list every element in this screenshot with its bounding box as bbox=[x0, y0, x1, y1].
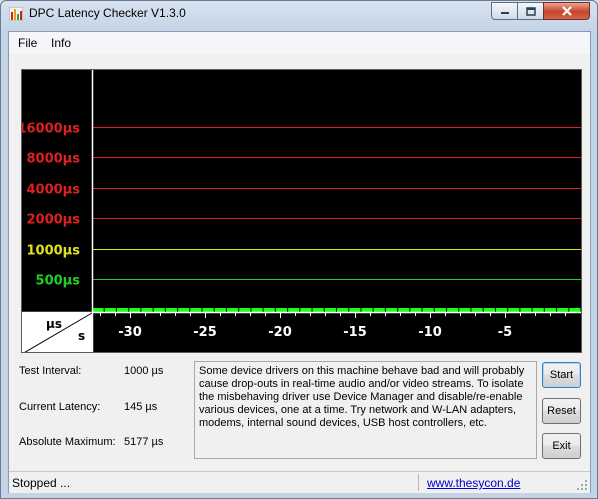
test-interval-value: 1000 µs bbox=[124, 365, 164, 377]
status-separator bbox=[418, 474, 419, 491]
latency-bar bbox=[532, 308, 544, 312]
latency-bar bbox=[312, 308, 324, 312]
latency-bar bbox=[92, 308, 104, 312]
maximize-button[interactable] bbox=[517, 2, 544, 20]
latency-bar bbox=[251, 308, 263, 312]
status-text: Stopped ... bbox=[12, 476, 71, 490]
latency-bar bbox=[349, 308, 361, 312]
x-tick-label: -15 bbox=[343, 325, 367, 340]
latency-bar bbox=[557, 308, 569, 312]
current-latency-value: 145 µs bbox=[124, 401, 158, 413]
level-label: 1000µs bbox=[27, 244, 81, 259]
latency-bar bbox=[275, 308, 288, 312]
x-tick-label: -25 bbox=[193, 325, 217, 340]
latency-bar bbox=[385, 308, 398, 312]
window-title: DPC Latency Checker V1.3.0 bbox=[29, 6, 186, 20]
title-bar[interactable]: DPC Latency Checker V1.3.0 bbox=[1, 1, 597, 27]
latency-bar bbox=[447, 308, 459, 312]
latency-bar bbox=[190, 308, 202, 312]
latency-bar bbox=[495, 308, 508, 312]
close-icon bbox=[544, 3, 589, 19]
latency-bar bbox=[178, 308, 190, 312]
latency-bar bbox=[214, 308, 226, 312]
latency-bar bbox=[288, 308, 300, 312]
latency-bar bbox=[324, 308, 336, 312]
latency-bar bbox=[337, 308, 349, 312]
latency-bar bbox=[471, 308, 483, 312]
latency-bar bbox=[520, 308, 532, 312]
bar-chart-app-icon bbox=[9, 7, 23, 21]
status-bar: Stopped ... www.thesycon.de bbox=[9, 471, 590, 493]
minimize-button[interactable] bbox=[491, 2, 518, 20]
latency-graph-canvas: 16000µs 8000µs 4000µs 2000µs 1000µs 500µs µs s -… bbox=[22, 70, 581, 352]
latency-bar bbox=[202, 308, 214, 312]
level-label: 16000µs bbox=[22, 122, 80, 137]
exit-button[interactable]: Exit bbox=[542, 433, 581, 459]
close-button[interactable] bbox=[543, 2, 590, 20]
latency-bar bbox=[569, 308, 581, 312]
maximize-icon bbox=[518, 3, 543, 19]
menu-file[interactable]: File bbox=[18, 36, 37, 50]
x-tick-label: -10 bbox=[418, 325, 442, 340]
latency-bar bbox=[129, 308, 141, 312]
latency-bar bbox=[373, 308, 385, 312]
latency-bar bbox=[434, 308, 447, 312]
x-tick-label: -30 bbox=[118, 325, 142, 340]
latency-bar bbox=[239, 308, 251, 312]
latency-bar bbox=[263, 308, 275, 312]
app-window: DPC Latency Checker V1.3.0 File Info 160… bbox=[0, 0, 598, 499]
latency-bar bbox=[459, 308, 471, 312]
level-label: 4000µs bbox=[27, 183, 81, 198]
level-label: 8000µs bbox=[27, 152, 81, 167]
minimize-icon bbox=[492, 3, 517, 19]
absolute-maximum-value: 5177 µs bbox=[124, 436, 164, 448]
latency-bar bbox=[300, 308, 312, 312]
absolute-maximum-label: Absolute Maximum: bbox=[19, 436, 116, 448]
resize-grip-icon[interactable] bbox=[577, 480, 587, 490]
latency-bar bbox=[116, 308, 129, 312]
x-tick-label: -5 bbox=[498, 325, 512, 340]
level-label: 500µs bbox=[36, 274, 81, 289]
current-latency-label: Current Latency: bbox=[19, 401, 101, 413]
latency-bar bbox=[544, 308, 557, 312]
info-text: Some device drivers on this machine beha… bbox=[194, 361, 537, 459]
level-label: 2000µs bbox=[27, 213, 81, 228]
latency-bar bbox=[422, 308, 434, 312]
latency-bar bbox=[483, 308, 495, 312]
menu-info[interactable]: Info bbox=[51, 36, 71, 50]
reset-button[interactable]: Reset bbox=[542, 398, 581, 424]
latency-bar bbox=[410, 308, 422, 312]
latency-bar bbox=[104, 308, 116, 312]
start-button[interactable]: Start bbox=[542, 362, 581, 388]
client-area: File Info 16000µs 8000µs 4000µs 2000µs 1000µ… bbox=[8, 31, 591, 493]
latency-graph: 16000µs 8000µs 4000µs 2000µs 1000µs 500µs µs s -… bbox=[21, 69, 582, 353]
latency-bar bbox=[398, 308, 410, 312]
x-unit-label: s bbox=[78, 329, 85, 343]
website-link[interactable]: www.thesycon.de bbox=[427, 476, 520, 490]
latency-bar bbox=[226, 308, 239, 312]
latency-bar bbox=[165, 308, 178, 312]
x-tick-label: -20 bbox=[268, 325, 292, 340]
latency-bar bbox=[361, 308, 373, 312]
test-interval-label: Test Interval: bbox=[19, 365, 82, 377]
latency-bar bbox=[141, 308, 153, 312]
latency-bar bbox=[153, 308, 165, 312]
menu-bar: File Info bbox=[9, 32, 590, 54]
latency-bar bbox=[508, 308, 520, 312]
y-unit-label: µs bbox=[46, 317, 62, 331]
